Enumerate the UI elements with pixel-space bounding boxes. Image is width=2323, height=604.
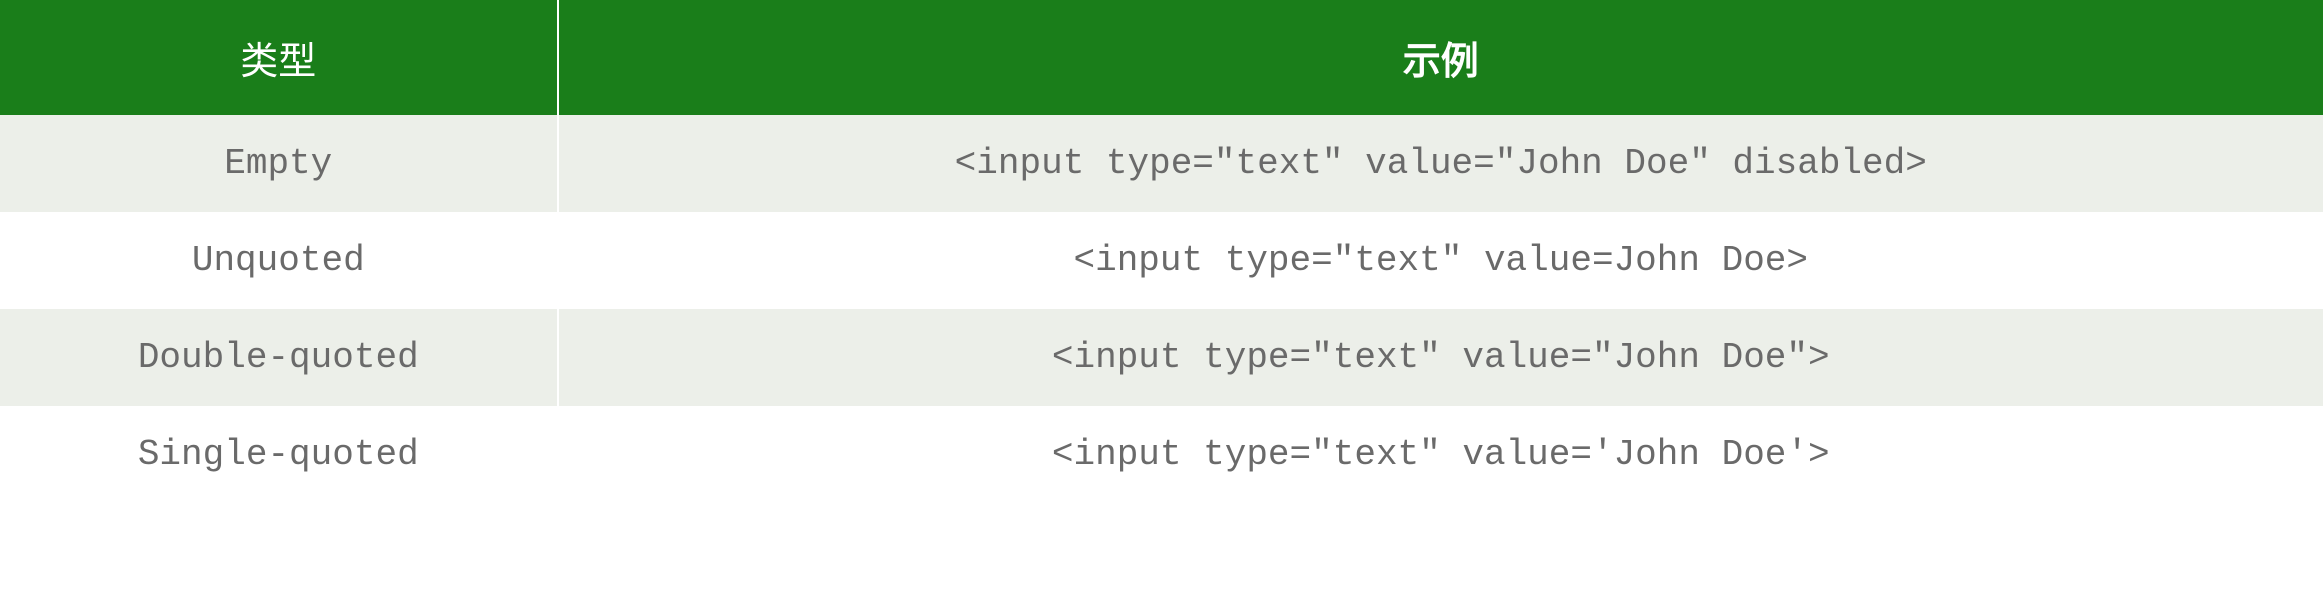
- header-example: 示例: [558, 0, 2323, 115]
- table-row: Double-quoted <input type="text" value="…: [0, 309, 2323, 406]
- table-header-row: 类型 示例: [0, 0, 2323, 115]
- table-row: Empty <input type="text" value="John Doe…: [0, 115, 2323, 212]
- table-row: Single-quoted <input type="text" value='…: [0, 406, 2323, 503]
- cell-type: Empty: [0, 115, 558, 212]
- attribute-types-table: 类型 示例 Empty <input type="text" value="Jo…: [0, 0, 2323, 503]
- cell-example: <input type="text" value="John Doe" disa…: [558, 115, 2323, 212]
- table-row: Unquoted <input type="text" value=John D…: [0, 212, 2323, 309]
- cell-type: Unquoted: [0, 212, 558, 309]
- header-type: 类型: [0, 0, 558, 115]
- cell-example: <input type="text" value="John Doe">: [558, 309, 2323, 406]
- cell-type: Double-quoted: [0, 309, 558, 406]
- cell-type: Single-quoted: [0, 406, 558, 503]
- cell-example: <input type="text" value=John Doe>: [558, 212, 2323, 309]
- cell-example: <input type="text" value='John Doe'>: [558, 406, 2323, 503]
